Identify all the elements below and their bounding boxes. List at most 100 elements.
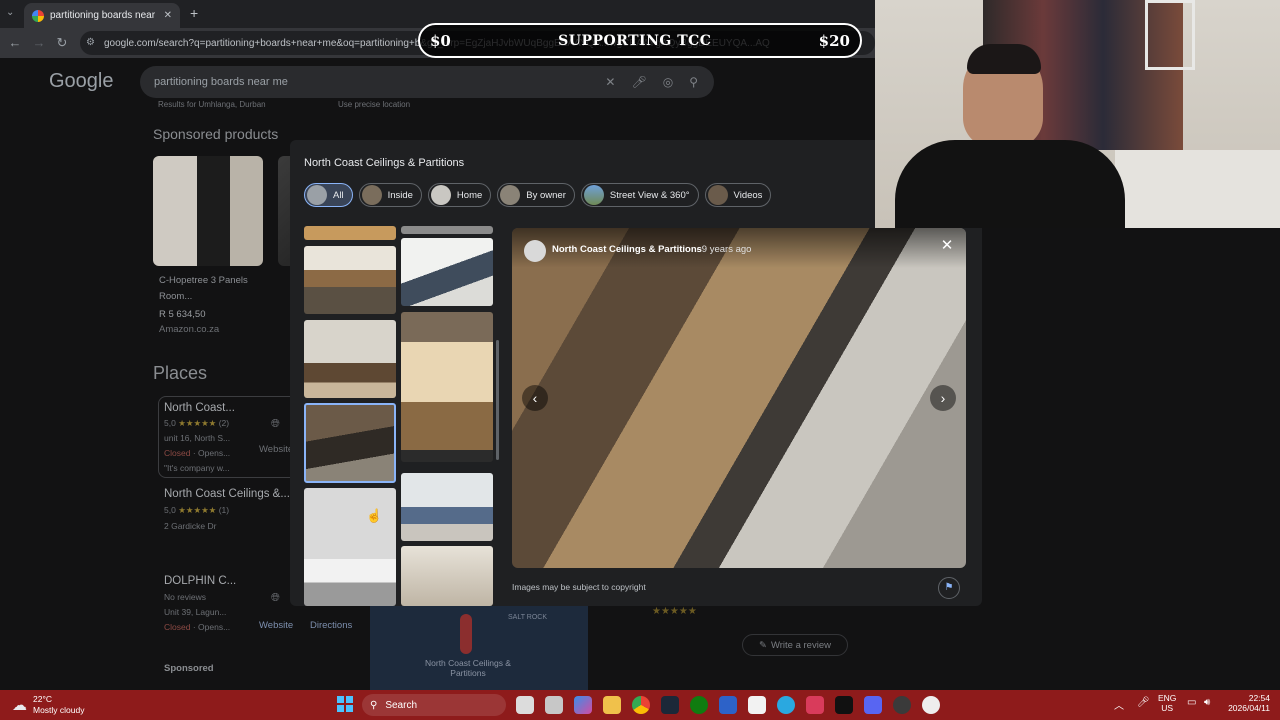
map-pin-icon[interactable] — [460, 614, 472, 654]
region-code: US — [1161, 703, 1174, 713]
product-name[interactable]: C-Hopetree 3 Panels Room... — [159, 273, 259, 305]
app-icon[interactable] — [777, 696, 795, 714]
place-opens: · Opens... — [192, 448, 231, 458]
discord-icon[interactable] — [864, 696, 882, 714]
clear-icon[interactable]: ✕ — [605, 75, 615, 89]
file-explorer-icon[interactable] — [603, 696, 621, 714]
photo-thumbnail[interactable] — [401, 238, 493, 306]
photo-filter-chips: All Inside Home By owner Street View & 3… — [304, 183, 772, 207]
chip-street-view[interactable]: Street View & 360° — [580, 183, 699, 207]
clock-time: 22:54 — [1248, 693, 1270, 703]
mouse-cursor-icon: ☝ — [366, 508, 383, 523]
photo-thumbnail[interactable] — [304, 226, 396, 240]
place-review-count: (2) — [218, 418, 230, 428]
website-globe-icon[interactable]: 🌐︎ — [271, 418, 280, 431]
search-input[interactable]: partitioning boards near me ✕ 🎤︎ ◎ ⚲ — [140, 66, 714, 98]
product-image[interactable] — [153, 156, 263, 266]
photo-thumbnail[interactable] — [401, 473, 493, 541]
new-tab-icon[interactable]: + — [190, 5, 198, 21]
previous-photo-icon[interactable]: ‹ — [522, 385, 548, 411]
site-info-icon[interactable]: ⚙ — [86, 37, 95, 48]
next-photo-icon[interactable]: › — [930, 385, 956, 411]
photo-thumbnail[interactable] — [304, 320, 396, 398]
write-review-button[interactable]: ✎ Write a review — [742, 634, 848, 656]
lens-icon[interactable]: ◎ — [663, 75, 673, 89]
volume-icon[interactable]: 🔊︎ — [1204, 697, 1210, 708]
task-view-icon[interactable] — [516, 696, 534, 714]
tab-google-search[interactable]: partitioning boards near me - G ✕ — [24, 3, 180, 28]
chip-thumbnail — [430, 185, 451, 205]
photo-thumbnail[interactable] — [304, 246, 396, 314]
map[interactable]: North Coast Ceilings & Partitions SALT R… — [370, 606, 588, 690]
photo-thumbnail[interactable] — [401, 226, 493, 234]
chrome-icon[interactable] — [632, 696, 650, 714]
copyright-notice: Images may be subject to copyright — [512, 582, 646, 592]
website-link[interactable]: Website — [259, 444, 293, 455]
xbox-icon[interactable] — [690, 696, 708, 714]
photo-thumbnail[interactable] — [304, 488, 396, 606]
language-indicator[interactable]: ENG US — [1158, 693, 1176, 713]
network-icon[interactable]: ▭ — [1187, 697, 1196, 708]
place-name[interactable]: North Coast... — [164, 402, 235, 414]
widgets-icon[interactable] — [545, 696, 563, 714]
obs-icon[interactable] — [893, 696, 911, 714]
website-link[interactable]: Website — [259, 620, 293, 631]
weather-icon[interactable]: ☁ — [12, 696, 27, 714]
app-icon[interactable] — [806, 696, 824, 714]
chip-home[interactable]: Home — [427, 183, 492, 207]
weather-condition[interactable]: Mostly cloudy — [33, 705, 85, 715]
chip-thumbnail — [361, 185, 382, 205]
tray-overflow-icon[interactable]: ︿ — [1114, 697, 1124, 712]
weather-temp[interactable]: 22°C — [33, 694, 52, 704]
website-globe-icon[interactable]: 🌐︎ — [271, 592, 280, 605]
chip-by-owner[interactable]: By owner — [497, 183, 575, 207]
directions-link[interactable]: Directions — [310, 620, 352, 631]
write-review-label: Write a review — [770, 639, 831, 651]
steam-icon[interactable] — [661, 696, 679, 714]
app-icon[interactable] — [719, 696, 737, 714]
photo-viewer[interactable]: North Coast Ceilings & Partitions · 9 ye… — [512, 228, 966, 568]
report-flag-icon[interactable]: ⚑ — [938, 577, 960, 599]
photo-thumbnail[interactable] — [401, 546, 493, 606]
place-address: Unit 39, Lagun... — [164, 607, 227, 617]
person-hair — [967, 44, 1041, 74]
microphone-icon[interactable]: 🎤︎ — [1137, 697, 1150, 708]
close-icon[interactable]: ✕ — [934, 233, 960, 259]
tiktok-icon[interactable] — [835, 696, 853, 714]
clock[interactable]: 22:54 2026/04/11 — [1222, 693, 1270, 713]
place-rating: 5,0 — [164, 505, 176, 515]
owner-avatar[interactable] — [524, 240, 546, 262]
close-tab-icon[interactable]: ✕ — [164, 10, 172, 21]
app-icon[interactable] — [748, 696, 766, 714]
tab-list-chevron-icon[interactable]: ⌄ — [6, 7, 14, 18]
search-icon[interactable]: ⚲ — [689, 75, 698, 89]
back-icon[interactable]: ← — [6, 34, 24, 52]
owner-name[interactable]: North Coast Ceilings & Partitions — [552, 244, 702, 255]
place-name[interactable]: North Coast Ceilings &... — [164, 488, 290, 500]
place-snippet: "It's company w... — [164, 463, 230, 473]
chip-inside[interactable]: Inside — [358, 183, 422, 207]
copilot-icon[interactable] — [574, 696, 592, 714]
place-name[interactable]: DOLPHIN C... — [164, 575, 236, 587]
reload-icon[interactable]: ↻ — [53, 34, 71, 52]
place-status: Closed — [164, 622, 191, 632]
thumbnail-scrollbar[interactable] — [496, 340, 499, 460]
place-stars: ★★★★★ — [178, 418, 217, 428]
forward-icon[interactable]: → — [30, 34, 48, 52]
settings-icon[interactable] — [922, 696, 940, 714]
photo-thumbnail-selected[interactable] — [304, 403, 396, 483]
start-windows-icon[interactable] — [337, 696, 353, 712]
precise-location-link[interactable]: Use precise location — [338, 100, 410, 109]
google-logo[interactable]: Google — [49, 70, 114, 93]
taskbar-search-label: Search — [385, 699, 418, 711]
goal-target: $20 — [818, 31, 850, 50]
place-opens: · Opens... — [192, 622, 231, 632]
taskbar-search[interactable]: ⚲ Search — [362, 694, 506, 716]
place-rating: No reviews — [164, 592, 207, 602]
chip-videos[interactable]: Videos — [704, 183, 772, 207]
photo-thumbnail[interactable] — [401, 312, 493, 462]
chip-thumbnail — [307, 185, 327, 205]
microphone-icon[interactable]: 🎤︎ — [631, 75, 646, 89]
chip-all[interactable]: All — [304, 183, 353, 207]
sponsored-products-heading: Sponsored products — [153, 126, 279, 142]
